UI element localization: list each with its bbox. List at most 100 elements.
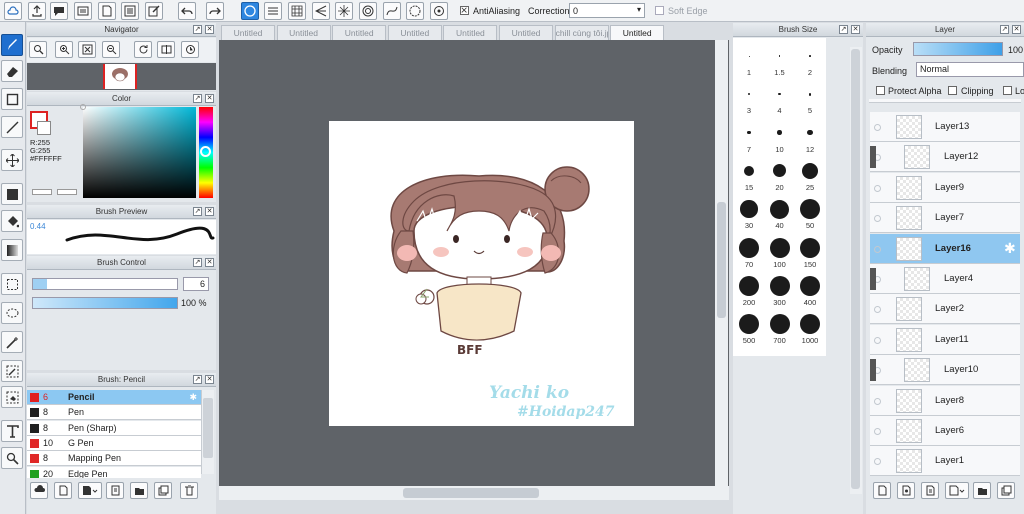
layer-opacity-slider[interactable]	[913, 42, 1003, 56]
tab-document[interactable]: Untitled	[221, 25, 275, 40]
tab-document[interactable]: Untitled	[610, 25, 665, 40]
document-icon[interactable]	[74, 2, 92, 20]
brush-size-option[interactable]: 40	[765, 193, 795, 231]
brush-size-option[interactable]: 500	[734, 308, 764, 346]
layer-row-layer13[interactable]: Layer13	[870, 112, 1020, 142]
canvas-workspace[interactable]: BFF Yachi ko #Hoidap247	[219, 40, 729, 486]
magic-wand-tool[interactable]	[1, 331, 23, 353]
layer-row-layer1[interactable]: Layer1	[870, 446, 1020, 477]
brush-size-option[interactable]: 1000	[795, 308, 825, 346]
brush-item-pen[interactable]: 8 Pen	[27, 405, 201, 421]
brush-item-pencil[interactable]: 6 Pencil ✱	[27, 390, 201, 405]
folder-icon[interactable]	[130, 482, 148, 499]
brush-size-option[interactable]: 4	[765, 78, 795, 116]
tab-document[interactable]: chill cùng tôi.jpg	[554, 25, 609, 40]
lasso-tool[interactable]	[1, 302, 23, 324]
reset-view-icon[interactable]	[181, 41, 199, 58]
visibility-icon[interactable]	[874, 245, 881, 253]
brush-size-option[interactable]: 5	[795, 78, 825, 116]
panel-float-icon[interactable]: ↗	[193, 258, 202, 267]
lock-checkbox[interactable]	[1003, 86, 1012, 95]
snap-icon[interactable]	[430, 2, 448, 20]
brush-size-option[interactable]: 3	[734, 78, 764, 116]
drawing-canvas[interactable]: BFF Yachi ko #Hoidap247	[329, 121, 634, 426]
list-icon[interactable]	[121, 2, 139, 20]
protect-alpha-checkbox[interactable]	[876, 86, 885, 95]
brush-size-option[interactable]: 2	[795, 40, 825, 78]
clipping-checkbox[interactable]	[948, 86, 957, 95]
brush-size-option[interactable]: 300	[765, 270, 795, 308]
brush-size-slider[interactable]	[32, 278, 178, 290]
brush-size-scroll-thumb[interactable]	[851, 49, 860, 489]
layer-row-layer4[interactable]: Layer4	[870, 264, 1020, 294]
brush-size-option[interactable]: 400	[795, 270, 825, 308]
brush-size-option[interactable]: 50	[795, 193, 825, 231]
grid-icon[interactable]	[288, 2, 306, 20]
brush-size-option[interactable]: 10	[765, 117, 795, 155]
visibility-icon[interactable]	[874, 306, 881, 314]
comment-icon[interactable]	[50, 2, 68, 20]
new-page-icon[interactable]	[98, 2, 116, 20]
visibility-icon[interactable]	[874, 336, 881, 344]
operation-tool[interactable]	[1, 447, 23, 469]
layer-row-layer2[interactable]: Layer2	[870, 294, 1020, 325]
brush-tool[interactable]	[1, 34, 23, 56]
layer-row-layer16[interactable]: Layer16 ✱	[870, 233, 1020, 264]
canvas-vertical-scrollbar[interactable]	[715, 40, 728, 486]
tab-document[interactable]: Untitled	[443, 25, 498, 40]
new-halftone-layer-icon[interactable]	[897, 482, 915, 499]
zoom-search-icon[interactable]	[29, 41, 47, 58]
brush-item-mapping-pen[interactable]: 8 Mapping Pen	[27, 451, 201, 467]
ellipse-guide-icon[interactable]	[406, 2, 424, 20]
panel-float-icon[interactable]: ↗	[193, 25, 202, 34]
panel-float-icon[interactable]: ↗	[1000, 25, 1009, 34]
antialiasing-checkbox[interactable]	[460, 6, 469, 15]
brush-settings-gear-icon[interactable]: ✱	[189, 390, 197, 404]
canvas-hscroll-thumb[interactable]	[403, 488, 539, 498]
close-icon[interactable]: ✕	[205, 94, 214, 103]
zoom-out-icon[interactable]	[102, 41, 120, 58]
brush-size-option[interactable]: 15	[734, 155, 764, 193]
transparent-color-button[interactable]	[32, 189, 52, 195]
rotate-icon[interactable]	[134, 41, 152, 58]
brush-list-scrollbar[interactable]	[201, 390, 214, 474]
correction-select[interactable]: 0 ▾	[569, 3, 645, 18]
saturation-value-picker[interactable]	[80, 104, 196, 198]
move-tool[interactable]	[1, 149, 23, 171]
trash-icon[interactable]	[180, 482, 198, 499]
brush-size-option[interactable]: 12	[795, 117, 825, 155]
concentric-icon[interactable]	[359, 2, 377, 20]
visibility-icon[interactable]	[874, 215, 881, 223]
brush-size-option[interactable]: 100	[765, 232, 795, 270]
bucket-fill-tool[interactable]	[1, 210, 23, 232]
visibility-icon[interactable]	[874, 458, 881, 466]
panel-float-icon[interactable]: ↗	[193, 375, 202, 384]
secondary-color-swatch[interactable]	[37, 121, 51, 135]
brush-size-option[interactable]: 20	[765, 155, 795, 193]
canvas-vscroll-thumb[interactable]	[717, 202, 726, 318]
panel-float-icon[interactable]: ↗	[193, 207, 202, 216]
panel-float-icon[interactable]: ↗	[839, 25, 848, 34]
layer-row-layer9[interactable]: Layer9	[870, 172, 1020, 203]
cloud-brush-icon[interactable]	[30, 482, 48, 499]
undo-icon[interactable]	[178, 2, 196, 20]
visibility-icon[interactable]	[874, 184, 881, 192]
soft-edge-checkbox[interactable]	[655, 6, 664, 15]
blending-select[interactable]: Normal	[916, 62, 1024, 77]
brush-size-option[interactable]: 200	[734, 270, 764, 308]
cloud-icon[interactable]	[4, 2, 22, 20]
tab-document[interactable]: Untitled	[387, 25, 442, 40]
gradient-tool[interactable]	[1, 239, 23, 261]
swap-color-button[interactable]	[57, 189, 77, 195]
curve-icon[interactable]	[383, 2, 401, 20]
close-icon[interactable]: ✕	[205, 375, 214, 384]
new-8bit-layer-icon[interactable]	[921, 482, 939, 499]
brush-size-option[interactable]: 1	[734, 40, 764, 78]
select-eraser-tool[interactable]	[1, 386, 23, 408]
layer-settings-gear-icon[interactable]: ✱	[1004, 240, 1016, 257]
brush-list-scroll-thumb[interactable]	[203, 398, 213, 458]
brush-opacity-slider[interactable]	[32, 297, 178, 309]
brush-size-option[interactable]: 700	[765, 308, 795, 346]
brush-size-option[interactable]: 7	[734, 117, 764, 155]
tab-document[interactable]: Untitled	[332, 25, 387, 40]
